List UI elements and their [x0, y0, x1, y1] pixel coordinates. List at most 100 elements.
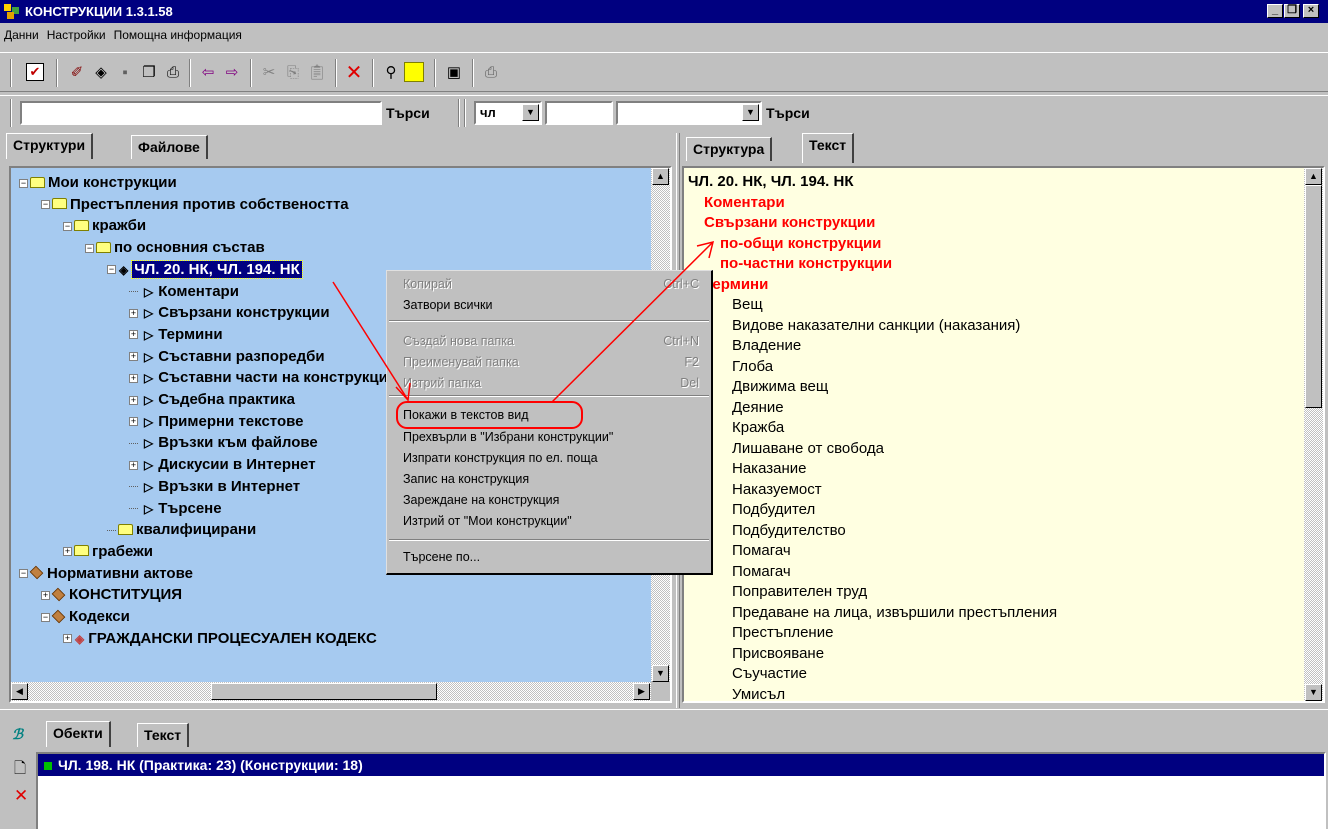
- term-item[interactable]: Помагач: [732, 541, 791, 562]
- article-combo[interactable]: чл ▼: [474, 101, 542, 125]
- remove-icon[interactable]: ✕: [14, 786, 28, 806]
- expand-icon[interactable]: +: [129, 352, 138, 362]
- menu-item[interactable]: Запис на конструкция: [403, 469, 529, 489]
- term-item[interactable]: Наказуемост: [732, 480, 822, 501]
- cut-icon[interactable]: ✂: [258, 61, 280, 83]
- text-vscroll[interactable]: ▲ ▼: [1304, 168, 1323, 701]
- term-item[interactable]: Престъпление: [732, 623, 833, 644]
- collapse-icon[interactable]: −: [63, 221, 72, 231]
- menu-item[interactable]: Изтрий от "Мои конструкции": [403, 511, 572, 531]
- scroll-down-icon[interactable]: ▼: [652, 665, 669, 682]
- save-icon[interactable]: ▪: [114, 61, 136, 83]
- scroll-thumb[interactable]: [211, 683, 437, 700]
- expand-icon[interactable]: +: [41, 590, 50, 600]
- tree-node[interactable]: − кражби: [63, 215, 146, 236]
- term-item[interactable]: Вещ: [732, 295, 763, 316]
- term-item[interactable]: Подбудител: [732, 500, 815, 521]
- menu-item[interactable]: Търсене по...: [403, 547, 480, 567]
- new-doc-icon[interactable]: 🗋︎: [14, 758, 26, 783]
- highlight-icon[interactable]: [404, 62, 424, 82]
- term-item[interactable]: Лишаване от свобода: [732, 439, 884, 460]
- scroll-up-icon[interactable]: ▲: [652, 168, 669, 185]
- menu-item[interactable]: Зареждане на конструкция: [403, 490, 559, 510]
- check-icon[interactable]: ✔: [26, 63, 44, 81]
- tab-structures[interactable]: Структури: [6, 133, 94, 159]
- collapse-icon[interactable]: −: [85, 243, 94, 253]
- expand-icon[interactable]: +: [63, 547, 72, 557]
- expand-icon[interactable]: +: [129, 395, 138, 405]
- term-item[interactable]: Деяние: [732, 398, 784, 419]
- expand-icon[interactable]: +: [129, 373, 138, 383]
- term-item[interactable]: Съучастие: [732, 664, 807, 685]
- diamond-icon[interactable]: ◈: [90, 61, 112, 83]
- printer-icon[interactable]: ⎙: [480, 61, 502, 83]
- term-item[interactable]: Помагач: [732, 562, 791, 583]
- term-item[interactable]: Подбудителство: [732, 521, 846, 542]
- term-item[interactable]: Движима вещ: [732, 377, 828, 398]
- delete-icon[interactable]: ✕: [343, 61, 365, 84]
- chevron-down-icon[interactable]: ▼: [742, 104, 759, 121]
- term-item[interactable]: Умисъл: [732, 685, 785, 702]
- tree-node[interactable]: ▷ Връзки в Интернет: [129, 476, 300, 497]
- menu-item[interactable]: Изпрати конструкция по ел. поща: [403, 448, 598, 468]
- text-link[interactable]: Коментари: [704, 193, 785, 214]
- tab-files[interactable]: Файлове: [131, 135, 208, 159]
- scroll-left-icon[interactable]: ◀: [11, 683, 28, 700]
- menu-settings[interactable]: Настройки: [43, 28, 110, 42]
- term-item[interactable]: Видове наказателни санкции (наказания): [732, 316, 1020, 337]
- scroll-thumb[interactable]: [1305, 185, 1322, 408]
- tree-node[interactable]: − Престъпления против собствеността: [41, 194, 349, 215]
- collapse-icon[interactable]: −: [19, 178, 28, 188]
- list-item[interactable]: ЧЛ. 198. НК (Практика: 23) (Конструкции:…: [38, 754, 1324, 776]
- search-input[interactable]: [20, 101, 382, 125]
- collapse-icon[interactable]: −: [107, 265, 116, 275]
- tree-node[interactable]: + ◈ ГРАЖДАНСКИ ПРОЦЕСУАЛЕН КОДЕКС: [63, 628, 377, 649]
- scroll-right-icon[interactable]: ▶: [633, 683, 650, 700]
- tree-node[interactable]: − по основния състав: [85, 237, 265, 258]
- copy-icon[interactable]: ⎘: [282, 61, 304, 83]
- menu-data[interactable]: Данни: [0, 28, 43, 42]
- tree-node[interactable]: + ▷ Съставни части на конструкцията: [129, 367, 412, 388]
- collapse-icon[interactable]: −: [41, 200, 50, 210]
- tree-hscroll[interactable]: ◀ ▶: [11, 682, 651, 701]
- term-item[interactable]: Наказание: [732, 459, 806, 480]
- tree-node[interactable]: ▷ Търсене: [129, 498, 222, 519]
- term-item[interactable]: Глоба: [732, 357, 773, 378]
- expand-icon[interactable]: +: [129, 417, 138, 427]
- menu-item[interactable]: Прехвърли в "Избрани конструкции": [403, 427, 613, 447]
- tree-node[interactable]: ▷ Коментари: [129, 281, 239, 302]
- tree-node[interactable]: ▷ Връзки към файлове: [129, 432, 318, 453]
- text-link[interactable]: по-общи конструкции: [720, 234, 881, 255]
- expand-icon[interactable]: +: [63, 634, 72, 644]
- print-preview-icon[interactable]: ⎙: [162, 61, 184, 83]
- search-button-2[interactable]: Търси: [766, 105, 810, 121]
- collapse-icon[interactable]: −: [41, 612, 50, 622]
- search-button[interactable]: Търси: [386, 105, 430, 121]
- panel-icon[interactable]: ▣: [443, 61, 465, 83]
- tree-node[interactable]: − Мои конструкции: [19, 172, 177, 193]
- term-item[interactable]: Кражба: [732, 418, 784, 439]
- text-link[interactable]: Свързани конструкции: [704, 213, 875, 234]
- expand-icon[interactable]: +: [129, 330, 138, 340]
- paste-icon[interactable]: 📋︎: [306, 61, 328, 83]
- scroll-down-icon[interactable]: ▼: [1305, 684, 1322, 701]
- tab-objects[interactable]: Обекти: [46, 721, 111, 747]
- pen-icon[interactable]: ✐: [66, 61, 88, 83]
- collapse-icon[interactable]: −: [19, 569, 28, 579]
- tree-node[interactable]: + грабежи: [63, 541, 153, 562]
- tab-structure[interactable]: Структура: [686, 137, 773, 161]
- term-item[interactable]: Присвояване: [732, 644, 824, 665]
- menu-item[interactable]: Покажи в текстов вид: [403, 405, 529, 425]
- tree-node[interactable]: + ▷ Свързани конструкции: [129, 302, 330, 323]
- text-link[interactable]: по-частни конструкции: [720, 254, 892, 275]
- restore-icon[interactable]: ❐: [1284, 4, 1300, 18]
- tree-node[interactable]: + ▷ Съдебна практика: [129, 389, 295, 410]
- menu-help[interactable]: Помощна информация: [110, 28, 246, 42]
- term-item[interactable]: Поправителен труд: [732, 582, 867, 603]
- tree-node[interactable]: квалифицирани: [107, 519, 256, 540]
- expand-icon[interactable]: +: [129, 460, 138, 470]
- tree-node[interactable]: − Нормативни актове: [19, 563, 193, 584]
- tree-node[interactable]: + ▷ Термини: [129, 324, 223, 345]
- scroll-up-icon[interactable]: ▲: [1305, 168, 1322, 185]
- find-icon[interactable]: ⚲: [380, 61, 402, 83]
